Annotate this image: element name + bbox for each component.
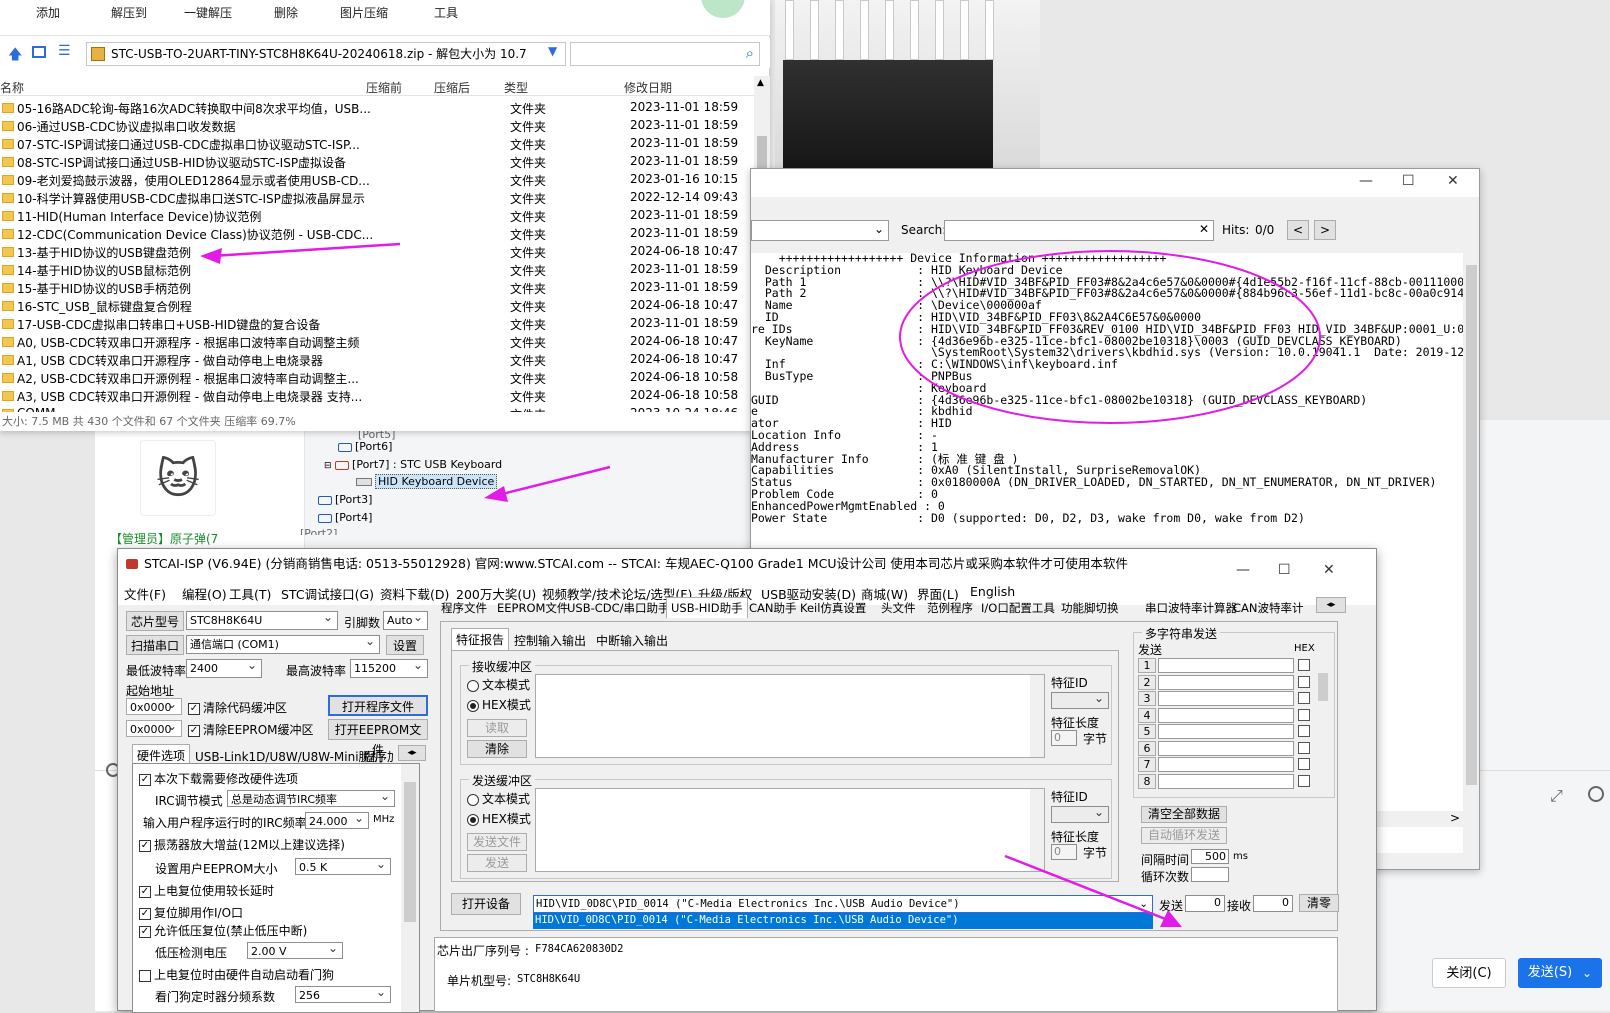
annotation-layer (200, 242, 1321, 927)
annotation-arrowhead-2 (484, 486, 508, 502)
annotation-arrow-2 (497, 465, 611, 497)
annotation-arrow-1 (211, 242, 401, 258)
annotation-arrow-3 (1004, 854, 1169, 922)
annotation-arrowhead-1 (200, 248, 222, 264)
annotation-ellipse (899, 250, 1321, 424)
